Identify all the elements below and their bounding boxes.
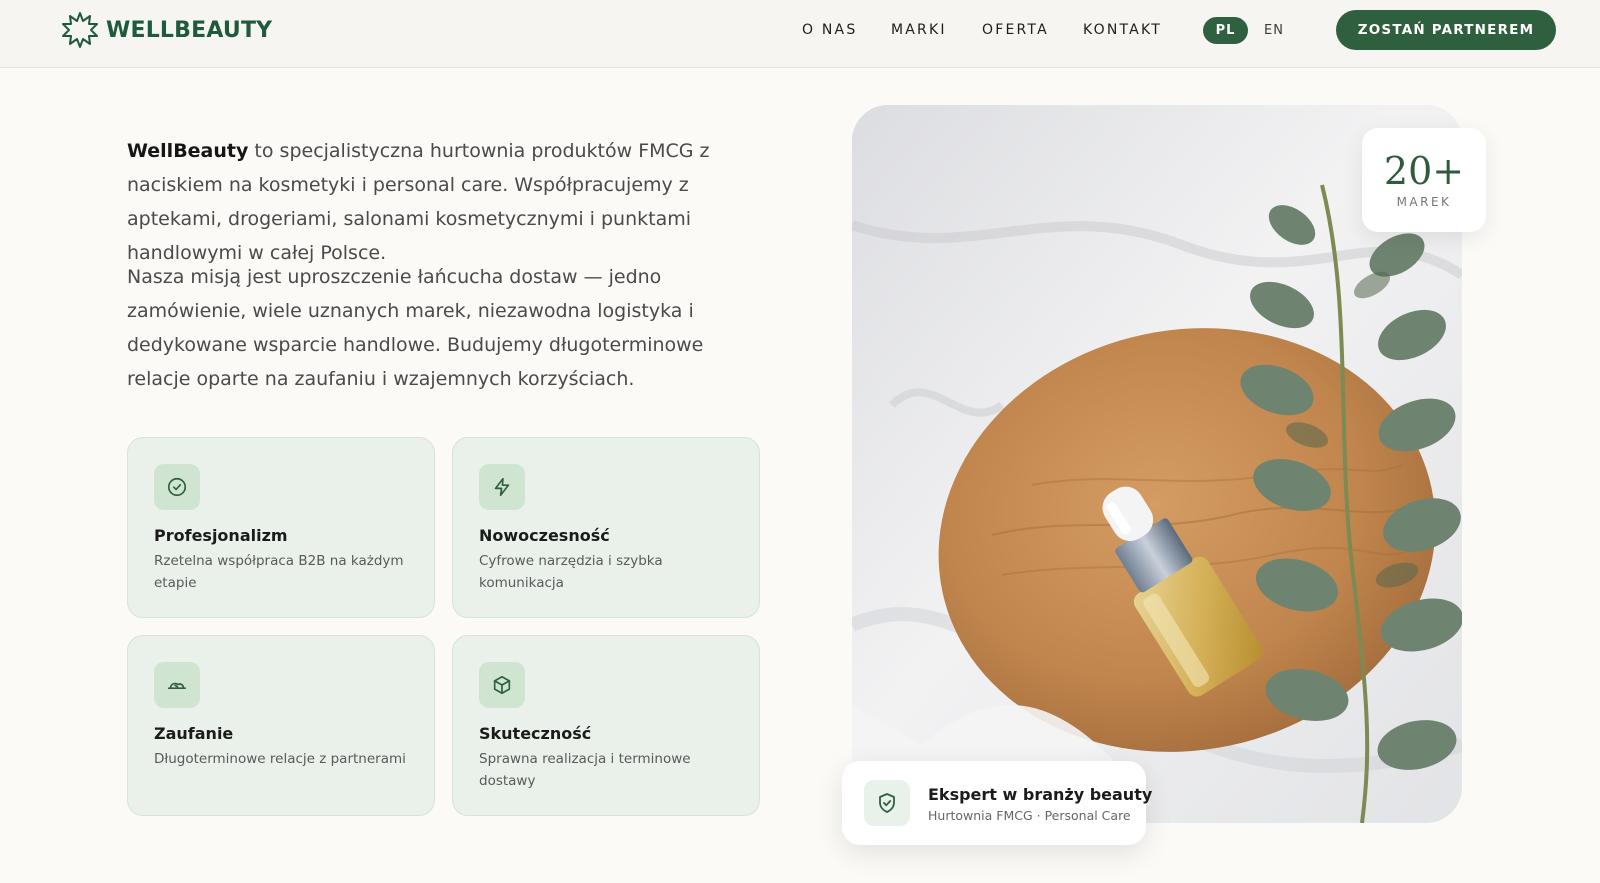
feature-description: Cyfrowe narzędzia i szybka komunikacja: [479, 553, 663, 591]
feature-card-profesjonalizm: Profesjonalizm Rzetelna współpraca B2B n…: [127, 437, 435, 618]
feature-title: Skuteczność: [479, 724, 592, 743]
intro-brand-name: WellBeauty: [127, 140, 249, 162]
badge-title: Ekspert w branży beauty: [928, 785, 1153, 804]
box-icon: [479, 662, 525, 708]
feature-card-skutecznosc: Skuteczność Sprawna realizacja i termino…: [452, 635, 760, 816]
feature-title: Nowoczesność: [479, 526, 610, 545]
become-partner-button[interactable]: ZOSTAŃ PARTNEREM: [1336, 10, 1556, 50]
feature-title: Profesjonalizm: [154, 526, 288, 545]
feature-title: Zaufanie: [154, 724, 234, 743]
feature-description: Długoterminowe relacje z partnerami: [154, 751, 406, 767]
feature-card-zaufanie: Zaufanie Długoterminowe relacje z partne…: [127, 635, 435, 816]
brands-count-card: 20+ MAREK: [1362, 128, 1486, 232]
feature-card-nowoczesnosc: Nowoczesność Cyfrowe narzędzia i szybka …: [452, 437, 760, 618]
check-circle-icon: [154, 464, 200, 510]
feature-description: Sprawna realizacja i terminowe dostawy: [479, 751, 691, 789]
language-switcher: PL EN: [1203, 17, 1294, 44]
expert-badge: Ekspert w branży beauty Hurtownia FMCG ·…: [842, 761, 1152, 845]
badge-subtitle: Hurtownia FMCG · Personal Care: [928, 808, 1131, 823]
lang-en-button[interactable]: EN: [1254, 17, 1294, 44]
nav-item-marki[interactable]: MARKI: [891, 22, 947, 38]
lang-pl-button[interactable]: PL: [1203, 17, 1248, 44]
nav-item-o-nas[interactable]: O NAS: [802, 22, 857, 38]
nav-item-oferta[interactable]: OFERTA: [982, 22, 1049, 38]
handshake-icon: [154, 662, 200, 708]
brands-count-label: MAREK: [1396, 195, 1452, 209]
feature-description: Rzetelna współpraca B2B na każdym etapie: [154, 553, 404, 591]
nav-item-kontakt[interactable]: KONTAKT: [1083, 22, 1162, 38]
intro-paragraph-2: Nasza misją jest uproszczenie łańcucha d…: [127, 266, 704, 390]
shield-check-icon: [864, 780, 910, 826]
lightning-icon: [479, 464, 525, 510]
intro-paragraph-1: WellBeauty to specjalistyczna hurtownia …: [127, 134, 767, 270]
brands-count-value: 20+: [1383, 149, 1465, 193]
site-header: WELLBEAUTY O NAS MARKI OFERTA KONTAKT PL…: [0, 0, 1600, 68]
